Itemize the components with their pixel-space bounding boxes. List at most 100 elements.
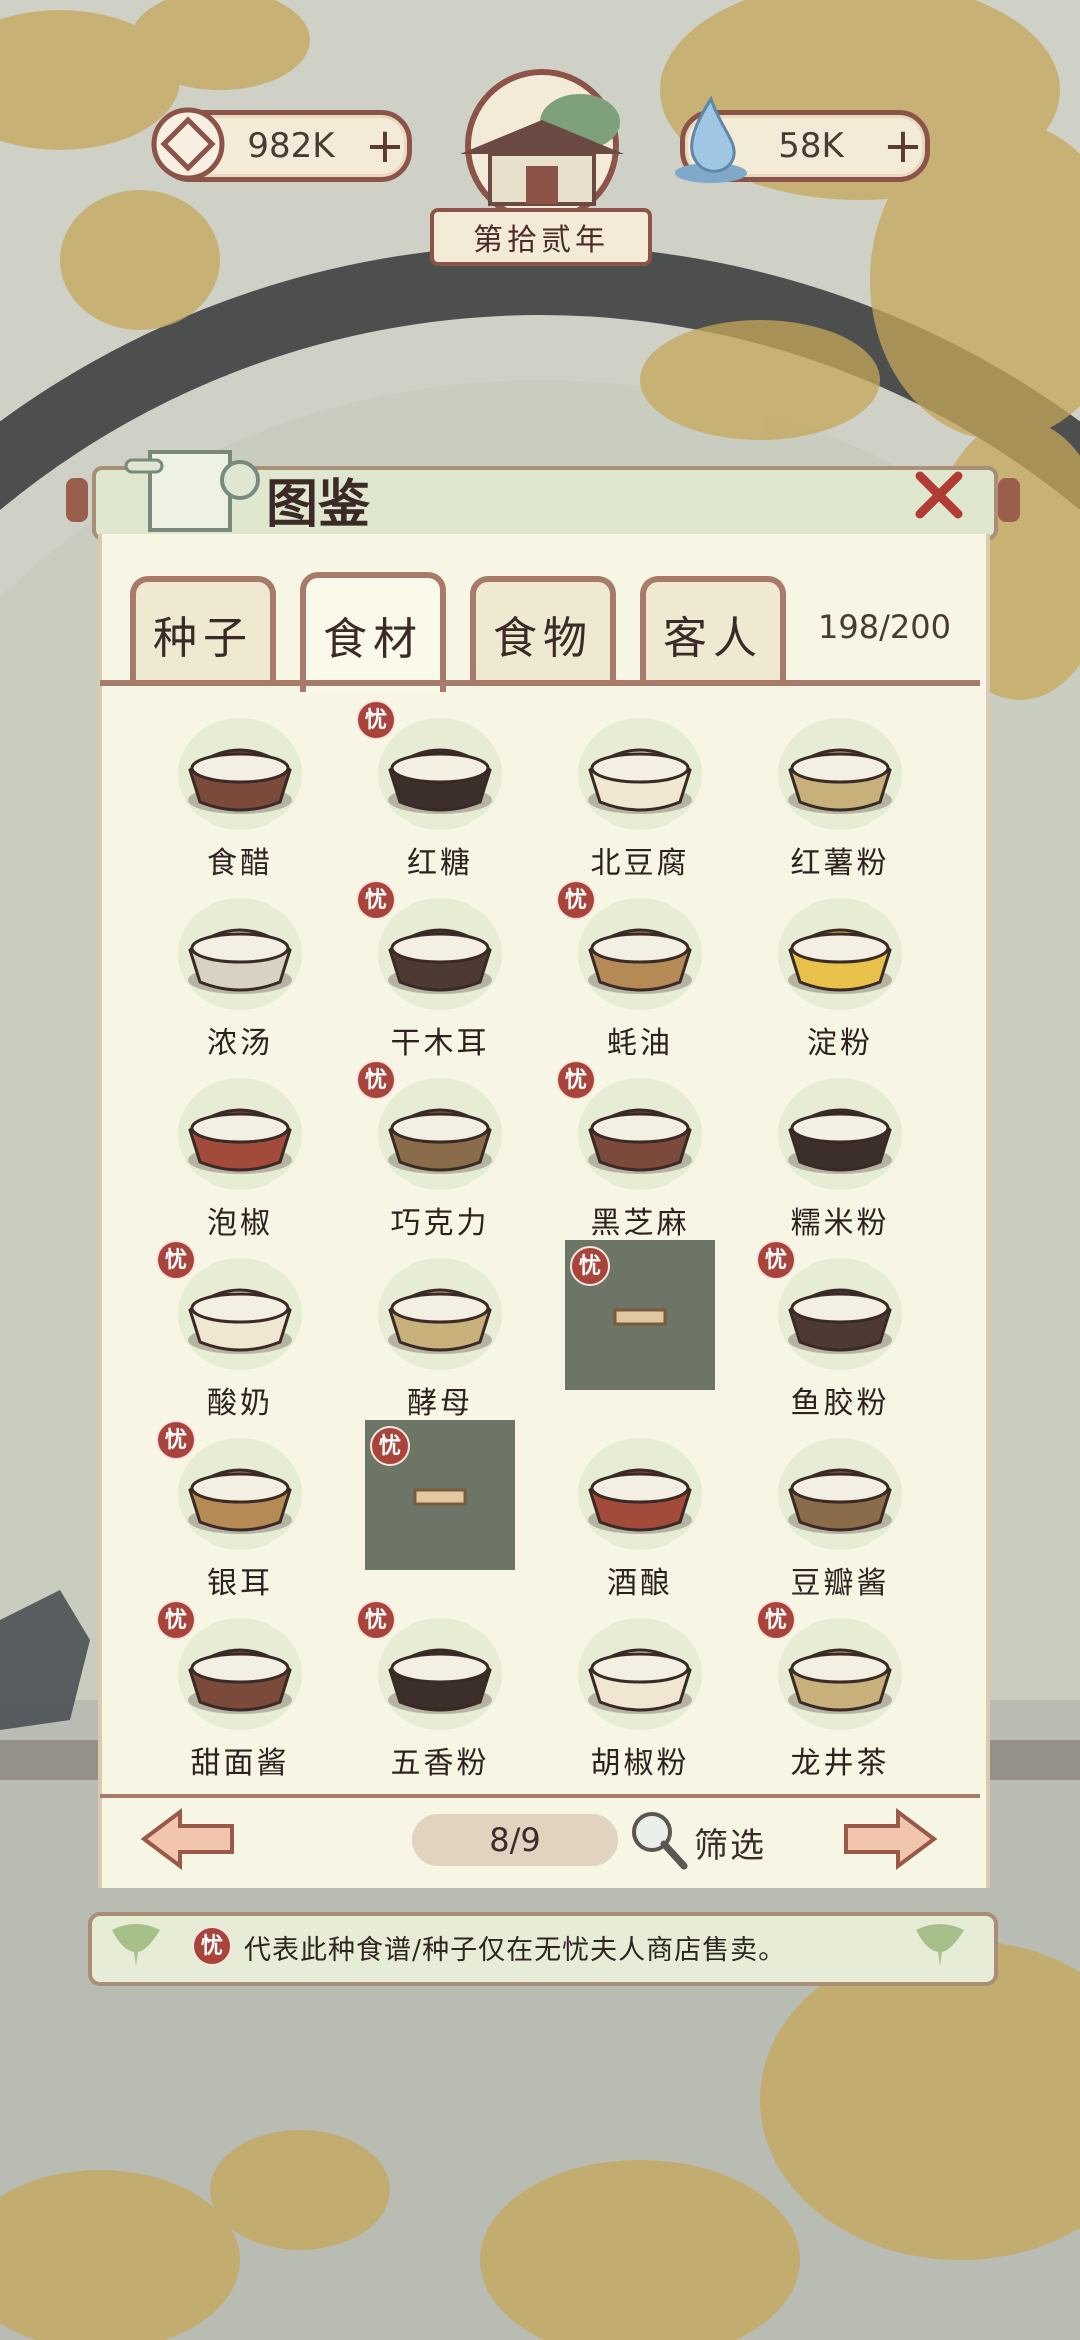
ingredient-cell[interactable]: 忧: [540, 1240, 740, 1420]
ingredient-name: 豆瓣酱: [790, 1566, 890, 1601]
close-button[interactable]: [910, 466, 968, 524]
ingredient-name: 巧克力: [390, 1206, 490, 1241]
exclusive-badge: 忧: [756, 1240, 796, 1280]
tab-ingredients[interactable]: 食材: [300, 572, 446, 692]
ingredient-cell[interactable]: 忧甜面酱: [140, 1600, 340, 1781]
ingredient-name: 红糖: [407, 846, 473, 881]
ingredient-icon: [178, 718, 302, 830]
ingredient-name: 甜面酱: [190, 1746, 290, 1781]
ingredient-cell[interactable]: 浓汤: [140, 880, 340, 1061]
ingredient-name: 红薯粉: [790, 846, 890, 881]
exclusive-badge: 忧: [556, 1060, 596, 1100]
close-icon: [915, 471, 963, 519]
ingredient-name: 蚝油: [607, 1026, 673, 1061]
ingredient-name: 胡椒粉: [590, 1746, 690, 1781]
water-drop-icon: [675, 95, 747, 183]
scroll-knob-right: [998, 478, 1020, 522]
note-text: 代表此种食谱/种子仅在无忧夫人商店售卖。: [244, 1935, 787, 1966]
ingredient-name: 鱼胶粉: [790, 1386, 890, 1421]
ingredient-icon: [578, 1618, 702, 1730]
tab-guests[interactable]: 客人: [640, 576, 786, 686]
ingredient-name: 酵母: [407, 1386, 473, 1421]
exclusive-badge: 忧: [192, 1926, 232, 1966]
gem-value: 58K: [778, 126, 844, 166]
ingredient-cell[interactable]: 忧红糖: [340, 700, 540, 881]
year-label: 第拾贰年: [430, 208, 652, 266]
ingredient-icon: [178, 898, 302, 1010]
ingredient-cell[interactable]: 忧: [340, 1420, 540, 1600]
tab-seeds[interactable]: 种子: [130, 576, 276, 686]
ingredient-cell[interactable]: 忧鱼胶粉: [740, 1240, 940, 1421]
ingredient-cell[interactable]: 忧龙井茶: [740, 1600, 940, 1781]
ingredient-name: 酒酿: [607, 1566, 673, 1601]
add-gems-button[interactable]: +: [881, 122, 925, 170]
ginkgo-leaf-icon: [112, 1924, 160, 1966]
ingredient-icon: [778, 898, 902, 1010]
filter-button[interactable]: 筛选: [694, 1818, 766, 1867]
exclusive-badge: 忧: [570, 1246, 610, 1286]
exclusive-badge: 忧: [156, 1600, 196, 1640]
ingredient-icon: [778, 1438, 902, 1550]
exclusive-badge: 忧: [356, 880, 396, 920]
exclusive-badge: 忧: [356, 1060, 396, 1100]
ingredient-icon: [178, 1078, 302, 1190]
ingredient-cell[interactable]: 胡椒粉: [540, 1600, 740, 1781]
ingredient-name: 黑芝麻: [590, 1206, 690, 1241]
ingredient-icon: [378, 1258, 502, 1370]
ingredient-cell[interactable]: 酒酿: [540, 1420, 740, 1601]
add-coins-button[interactable]: +: [363, 122, 407, 170]
collection-count: 198/200: [818, 608, 951, 646]
coin-counter: 982K +: [151, 107, 412, 182]
ingredient-cell[interactable]: 忧银耳: [140, 1420, 340, 1601]
exclusive-badge: 忧: [756, 1600, 796, 1640]
ingredient-name: 淀粉: [807, 1026, 873, 1061]
ingredient-cell[interactable]: 忧蚝油: [540, 880, 740, 1061]
ingredient-name: 银耳: [207, 1566, 273, 1601]
exclusive-badge: 忧: [556, 880, 596, 920]
ingredient-icon: [778, 718, 902, 830]
ingredient-cell[interactable]: 忧酸奶: [140, 1240, 340, 1421]
exclusive-badge: 忧: [156, 1420, 196, 1460]
page-indicator: 8/9: [412, 1814, 618, 1866]
exclusive-badge: 忧: [156, 1240, 196, 1280]
ingredient-name: 糯米粉: [790, 1206, 890, 1241]
ingredient-icon: [778, 1078, 902, 1190]
next-page-button[interactable]: [842, 1806, 938, 1872]
ingredient-cell[interactable]: 北豆腐: [540, 700, 740, 881]
ingredient-icon: [578, 718, 702, 830]
ingredient-icon: [578, 1438, 702, 1550]
tab-food[interactable]: 食物: [470, 576, 616, 686]
ingredient-name: 北豆腐: [590, 846, 690, 881]
coin-icon: [151, 107, 225, 181]
ingredient-name: 酸奶: [207, 1386, 273, 1421]
ingredient-cell[interactable]: 红薯粉: [740, 700, 940, 881]
exclusive-badge: 忧: [356, 700, 396, 740]
ingredient-cell[interactable]: 淀粉: [740, 880, 940, 1061]
ingredient-cell[interactable]: 忧五香粉: [340, 1600, 540, 1781]
scroll-knob-left: [66, 478, 88, 522]
ingredient-name: 泡椒: [207, 1206, 273, 1241]
ingredient-name: 食醋: [207, 846, 273, 881]
ingredient-name: 五香粉: [390, 1746, 490, 1781]
ingredient-cell[interactable]: 忧黑芝麻: [540, 1060, 740, 1241]
ingredient-name: 浓汤: [207, 1026, 273, 1061]
ingredient-cell[interactable]: 泡椒: [140, 1060, 340, 1241]
tab-underline: [100, 680, 980, 686]
pager-divider: [100, 1794, 980, 1798]
prev-page-button[interactable]: [140, 1806, 236, 1872]
ingredient-cell[interactable]: 忧巧克力: [340, 1060, 540, 1241]
ingredient-name: 龙井茶: [790, 1746, 890, 1781]
ingredient-cell[interactable]: 豆瓣酱: [740, 1420, 940, 1601]
page-title: 图鉴: [266, 474, 371, 535]
ginkgo-leaf-icon: [916, 1924, 964, 1966]
ingredient-cell[interactable]: 糯米粉: [740, 1060, 940, 1241]
ingredient-name: 干木耳: [390, 1026, 490, 1061]
ingredient-cell[interactable]: 食醋: [140, 700, 340, 881]
ingredient-cell[interactable]: 酵母: [340, 1240, 540, 1421]
gem-counter: 58K +: [675, 95, 930, 183]
magnifier-icon: [632, 1812, 688, 1870]
exclusive-badge: 忧: [370, 1426, 410, 1466]
ingredient-cell[interactable]: 忧干木耳: [340, 880, 540, 1061]
coin-value: 982K: [247, 126, 335, 166]
exclusive-badge: 忧: [356, 1600, 396, 1640]
